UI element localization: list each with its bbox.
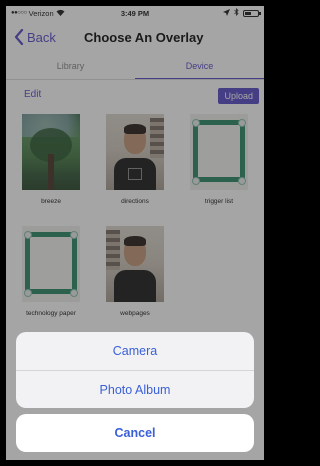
action-sheet: Camera Photo Album bbox=[16, 332, 254, 408]
cancel-button[interactable]: Cancel bbox=[16, 414, 254, 452]
camera-option[interactable]: Camera bbox=[16, 332, 254, 370]
photo-album-option[interactable]: Photo Album bbox=[16, 371, 254, 408]
phone-screen: ●●○○○ Verizon 3:49 PM Back Choose An Ove… bbox=[6, 6, 264, 460]
